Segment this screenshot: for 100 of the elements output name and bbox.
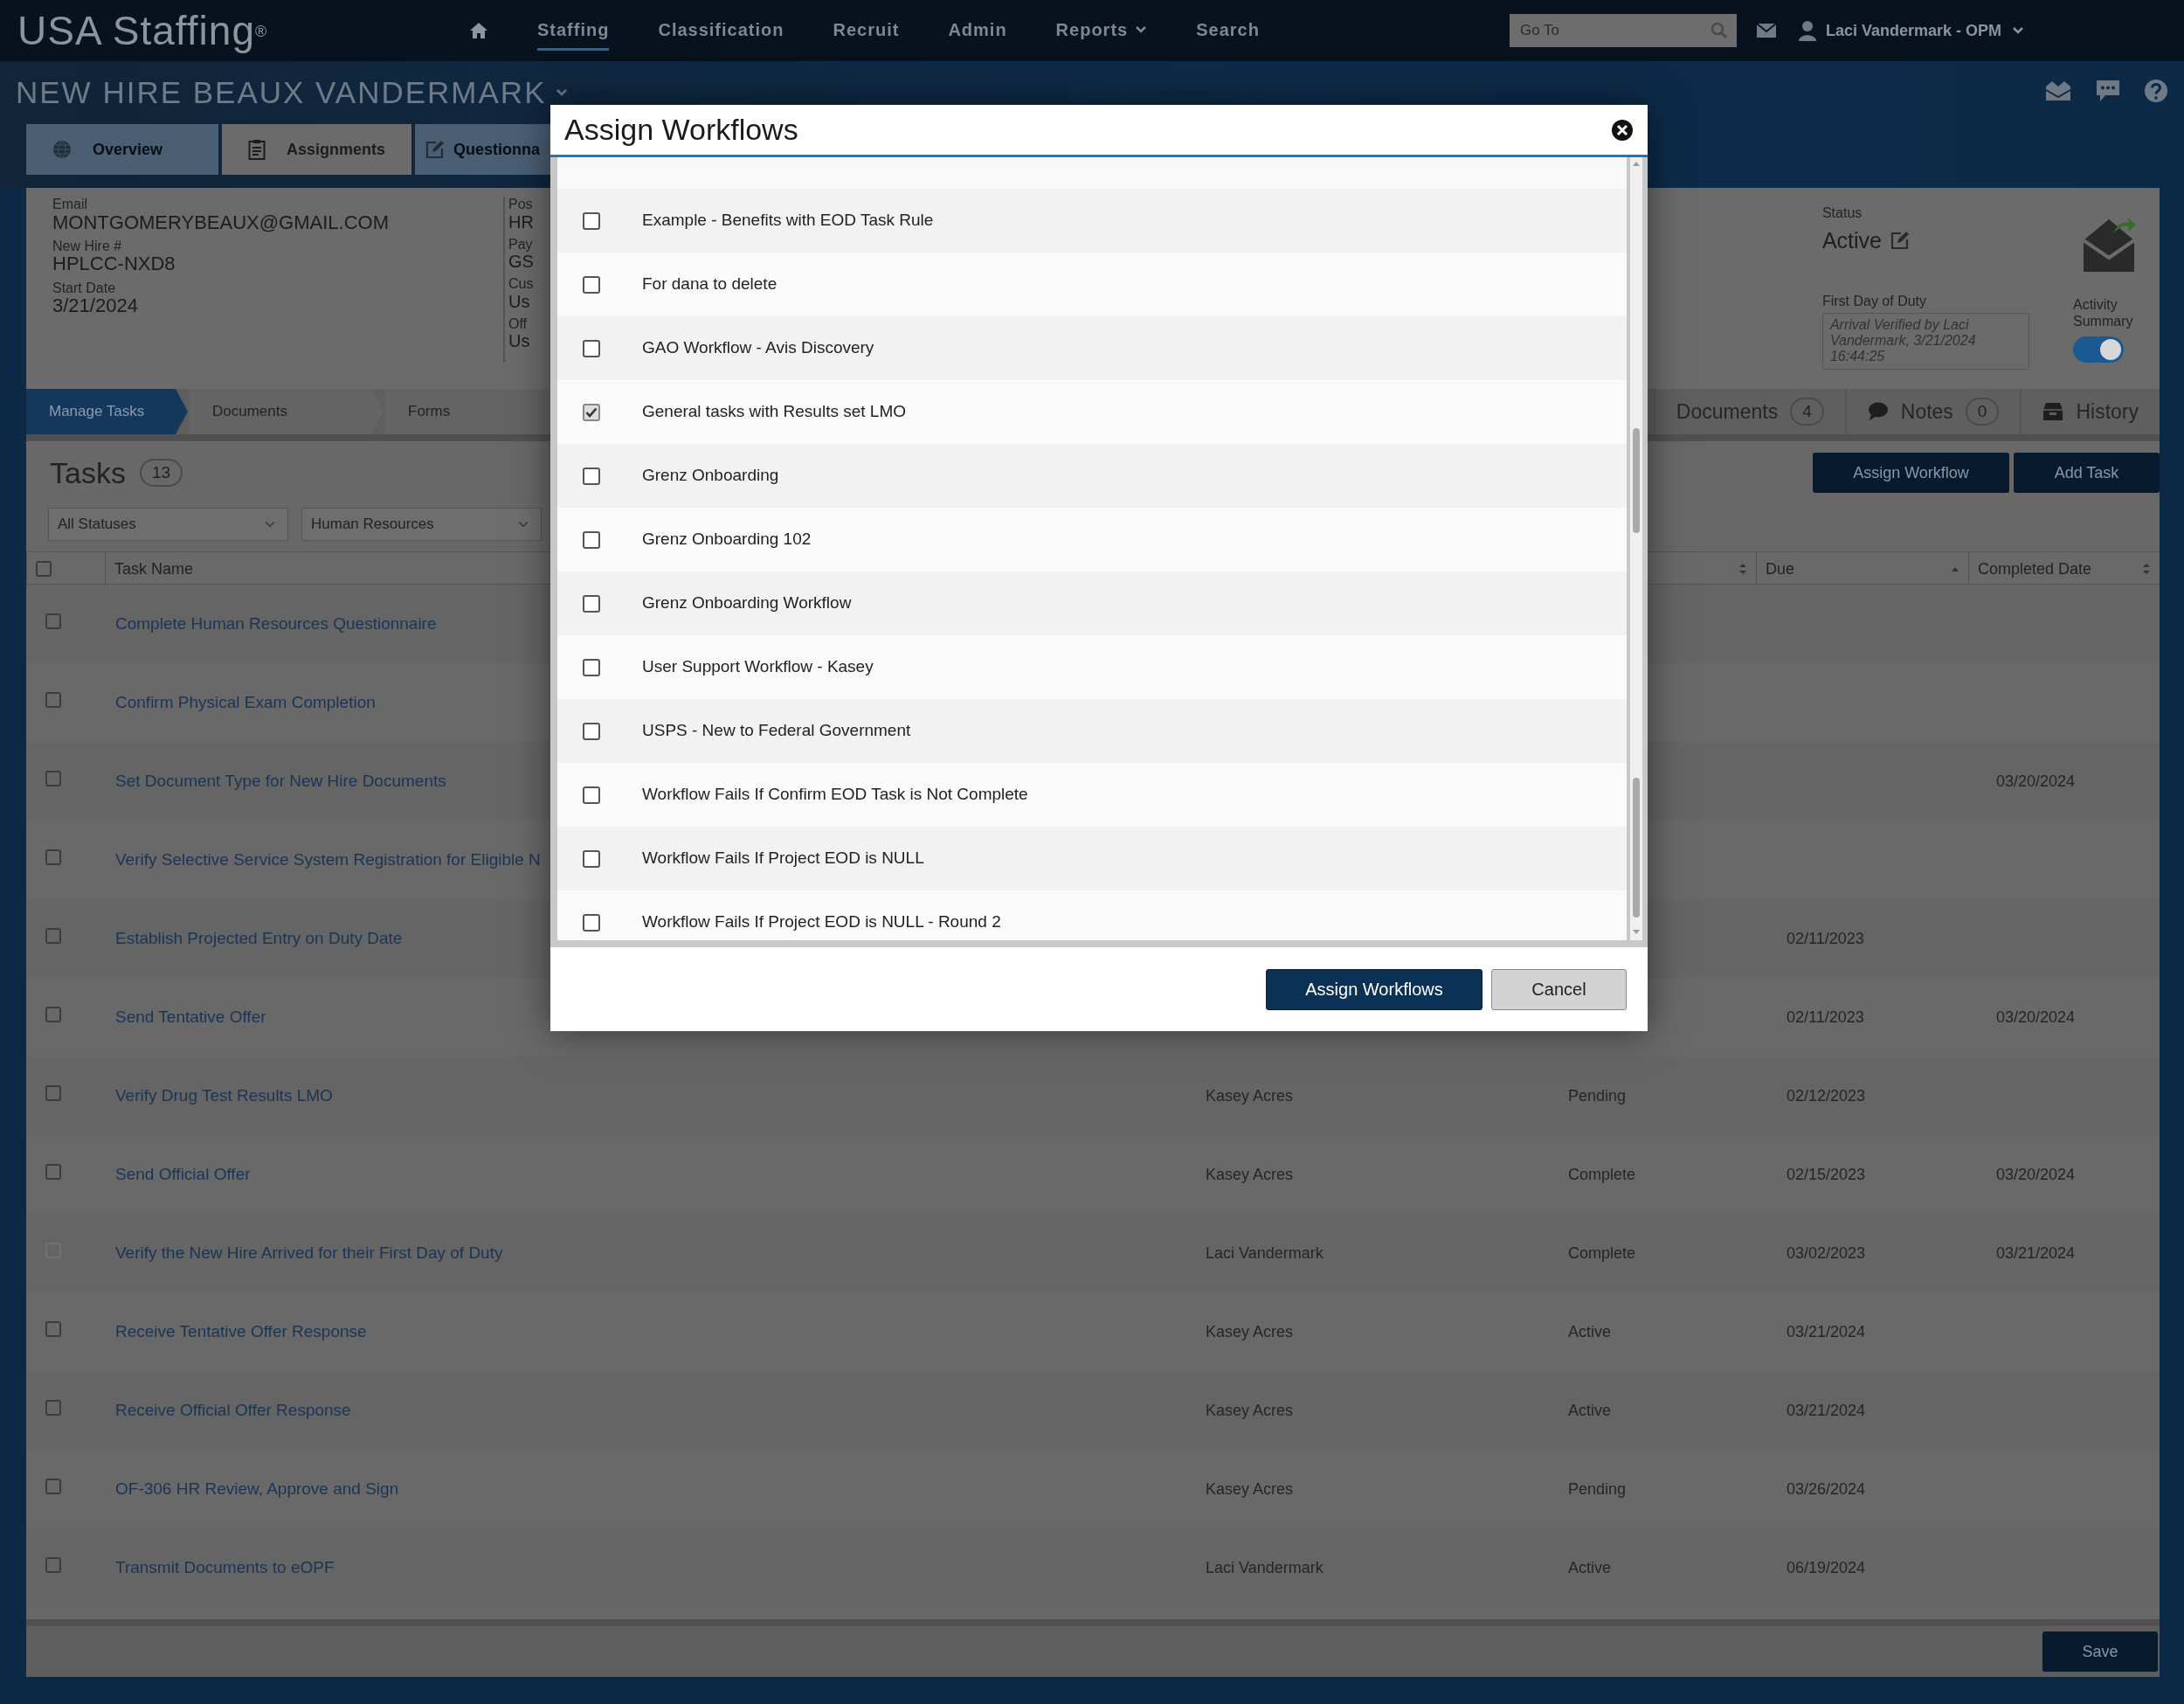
workflow-label[interactable]: User Support Workflow - Kasey	[642, 655, 874, 680]
workflow-checkbox[interactable]	[583, 211, 600, 230]
row-checkbox[interactable]	[45, 1163, 61, 1180]
task-link[interactable]: Send Tentative Offer	[115, 1007, 266, 1026]
workflow-checkbox[interactable]	[583, 403, 600, 421]
sort-icon[interactable]	[2142, 563, 2151, 575]
workflow-label[interactable]: General tasks with Results set LMO	[642, 399, 906, 425]
step-tab[interactable]: Documents	[190, 389, 384, 434]
column-header[interactable]: Task Name	[114, 557, 194, 581]
count-badge: 0	[1965, 397, 2000, 426]
status-cell: Active	[1568, 1322, 1612, 1340]
user-icon[interactable]	[1797, 20, 1817, 41]
row-checkbox[interactable]	[45, 1320, 61, 1337]
mail-icon[interactable]	[1755, 23, 1777, 38]
row-checkbox[interactable]	[45, 927, 61, 944]
field-value: HPLCC-NXD8	[52, 253, 176, 275]
activity-summary-toggle[interactable]	[2073, 336, 2124, 364]
workflow-checkbox[interactable]	[583, 467, 600, 485]
assignee-cell: Kasey Acres	[1206, 1322, 1294, 1340]
row-checkbox[interactable]	[45, 1556, 61, 1573]
sort-icon[interactable]	[1738, 563, 1747, 575]
tab[interactable]: Overview	[26, 124, 218, 175]
assign-workflows-button[interactable]: Assign Workflows	[1266, 968, 1482, 1010]
workflow-checkbox[interactable]	[583, 275, 600, 294]
row-checkbox[interactable]	[45, 1006, 61, 1022]
row-checkbox[interactable]	[45, 691, 61, 708]
task-link[interactable]: Receive Tentative Offer Response	[115, 1321, 367, 1340]
workflow-label[interactable]: Grenz Onboarding Workflow	[642, 591, 852, 616]
nav-menu-item[interactable]: Recruit	[833, 10, 900, 51]
close-icon[interactable]	[1611, 118, 1634, 142]
column-header[interactable]: Completed Date	[1978, 557, 2092, 581]
tasks-title: Tasks	[50, 454, 126, 491]
field-value: MONTGOMERYBEAUX@GMAIL.COM	[52, 211, 390, 233]
tab[interactable]: Questionna	[415, 124, 550, 175]
task-link[interactable]: Transmit Documents to eOPF	[115, 1557, 335, 1576]
edit-icon	[425, 140, 445, 159]
workflow-label[interactable]: Workflow Fails If Project EOD is NULL	[642, 846, 924, 871]
column-header[interactable]: Due	[1766, 557, 1795, 581]
go-to-field[interactable]: Go To	[1509, 14, 1737, 47]
field-label: New Hire #	[52, 238, 123, 254]
workflow-label[interactable]: Grenz Onboarding 102	[642, 527, 812, 552]
row-checkbox[interactable]	[45, 1084, 61, 1101]
row-checkbox[interactable]	[45, 849, 61, 865]
filter-dropdown[interactable]: All Statuses	[48, 508, 288, 541]
row-checkbox[interactable]	[45, 1399, 61, 1416]
first-day-label: First Day of Duty	[1821, 294, 1928, 309]
field-label: Start Date	[52, 280, 117, 296]
tab[interactable]: Assignments	[222, 124, 411, 175]
nav-menu-item[interactable]: Classification	[658, 10, 784, 51]
workflow-checkbox[interactable]	[583, 658, 600, 676]
row-checkbox[interactable]	[45, 770, 61, 786]
side-tab[interactable]: History	[2020, 389, 2160, 434]
side-tab[interactable]: Notes 0	[1844, 389, 2021, 434]
filter-dropdown[interactable]: Human Resources	[301, 508, 542, 541]
user-menu[interactable]: Laci Vandermark - OPM	[1825, 18, 2001, 43]
workflow-label[interactable]: Grenz Onboarding	[642, 463, 779, 488]
task-link[interactable]: Send Official Offer	[115, 1164, 251, 1183]
field-value: 3/21/2024	[52, 295, 139, 317]
task-link[interactable]: Confirm Physical Exam Completion	[115, 692, 376, 711]
workflow-label[interactable]: Workflow Fails If Project EOD is NULL - Round 2	[642, 910, 1001, 935]
row-checkbox[interactable]	[45, 613, 61, 629]
page-title: NEW HIRE BEAUX VANDERMARK	[16, 73, 547, 111]
workflow-label[interactable]: For dana to delete	[642, 272, 778, 297]
sort-ascending-icon[interactable]	[1951, 565, 1959, 572]
nav-menu-item[interactable]: Admin	[948, 10, 1007, 51]
chat-icon[interactable]	[2095, 79, 2121, 103]
workflow-checkbox[interactable]	[583, 339, 600, 357]
status-cell: Complete	[1568, 1243, 1636, 1262]
workflow-label[interactable]: USPS - New to Federal Government	[642, 718, 911, 744]
workflow-checkbox[interactable]	[583, 594, 600, 613]
side-tab[interactable]: Documents 4	[1653, 389, 1845, 434]
app-logo[interactable]: USA Staffing$^{®}$	[17, 0, 454, 61]
nav-menu-item[interactable]: Reports	[1055, 10, 1148, 51]
home-icon[interactable]	[469, 22, 488, 39]
assign-workflow-button[interactable]: Assign Workflow	[1813, 453, 2009, 493]
row-checkbox[interactable]	[45, 1478, 61, 1494]
workflow-checkbox[interactable]	[583, 786, 600, 804]
crown-envelope-icon[interactable]	[2044, 80, 2072, 102]
save-button[interactable]: Save	[2042, 1631, 2158, 1672]
select-all-checkbox[interactable]	[36, 561, 52, 577]
workflow-checkbox[interactable]	[583, 530, 600, 549]
nav-menu-item[interactable]: Staffing	[537, 10, 610, 51]
completed-date-cell: 03/20/2024	[1996, 772, 2076, 790]
count-badge: 4	[1790, 397, 1824, 426]
workflow-checkbox[interactable]	[583, 722, 600, 740]
workflow-checkbox[interactable]	[583, 849, 600, 868]
workflow-checkbox[interactable]	[583, 913, 600, 932]
task-link[interactable]: OF-306 HR Review, Approve and Sign	[115, 1479, 399, 1498]
scrollbar-drawing[interactable]	[1630, 157, 1642, 940]
edit-status-icon[interactable]	[1890, 231, 1910, 251]
workflow-label[interactable]: Example - Benefits with EOD Task Rule	[642, 208, 934, 233]
add-task-button[interactable]: Add Task	[2014, 453, 2160, 493]
workflow-label[interactable]: GAO Workflow - Avis Discovery	[642, 336, 874, 361]
assignee-cell: Kasey Acres	[1206, 1165, 1294, 1183]
step-tab[interactable]: Manage Tasks	[26, 389, 188, 434]
help-icon[interactable]	[2144, 79, 2168, 103]
workflow-label[interactable]: Workflow Fails If Confirm EOD Task is Not Complete	[642, 782, 1028, 807]
cancel-button[interactable]: Cancel	[1491, 968, 1627, 1010]
task-link[interactable]: Verify Selective Service System Registration for Eligible N	[115, 849, 541, 869]
nav-menu-item[interactable]: Search	[1196, 10, 1260, 51]
